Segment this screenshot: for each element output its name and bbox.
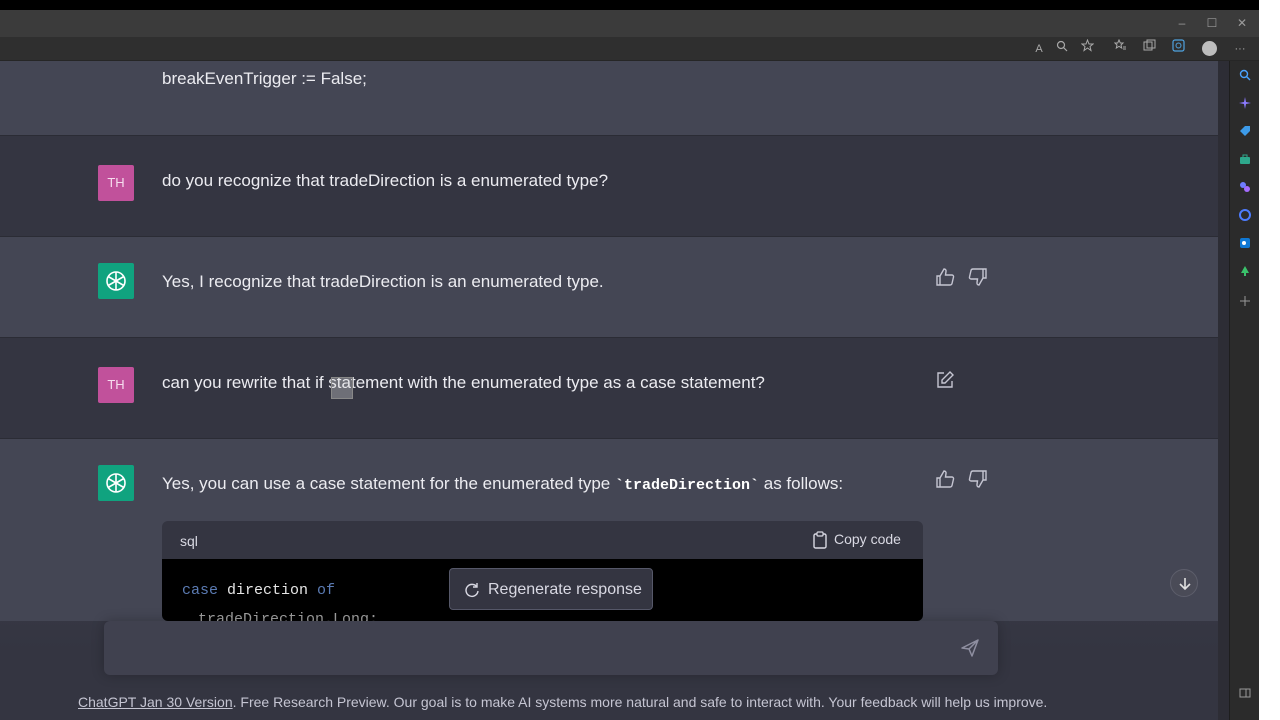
search-icon[interactable] xyxy=(1237,69,1253,85)
chatgpt-logo-icon xyxy=(98,263,134,299)
message-text: can you rewrite that if statement with t… xyxy=(162,373,765,392)
user-message: TH can you rewrite that if statement wit… xyxy=(0,338,1218,439)
message-text-part: Yes, you can use a case statement for th… xyxy=(162,474,615,493)
shopping-tag-icon[interactable] xyxy=(1237,125,1253,141)
message-text: Yes, you can use a case statement for th… xyxy=(162,474,843,494)
collections-icon[interactable] xyxy=(1140,39,1158,59)
code-language-label: sql xyxy=(180,533,198,549)
thumbs-up-icon[interactable] xyxy=(935,469,957,491)
chat-thread: breakEvenTrigger := False; TH do you rec… xyxy=(0,61,1218,720)
arrow-down-icon xyxy=(1179,578,1191,591)
add-icon[interactable] xyxy=(1237,295,1253,311)
copy-code-label: Copy code xyxy=(834,531,901,547)
browser-toolbar: A ··· xyxy=(0,37,1260,61)
tools-icon[interactable] xyxy=(1237,153,1253,169)
user-message: TH do you recognize that tradeDirection … xyxy=(0,136,1218,237)
footer-disclaimer: ChatGPT Jan 30 Version. Free Research Pr… xyxy=(78,694,1047,710)
bot-message: Yes, I recognize that tradeDirection is … xyxy=(0,237,1218,338)
user-avatar: TH xyxy=(98,367,134,403)
code-line: case direction of xyxy=(182,582,335,599)
send-icon[interactable] xyxy=(960,638,980,658)
code-line: tradeDirection.Long: xyxy=(198,611,379,621)
profile-avatar[interactable] xyxy=(1202,41,1217,56)
user-avatar: TH xyxy=(98,165,134,201)
scroll-to-bottom-button[interactable] xyxy=(1170,569,1198,597)
copy-code-button[interactable]: Copy code xyxy=(812,531,901,549)
sidebar-settings-icon[interactable] xyxy=(1237,687,1253,703)
more-options-icon[interactable]: ··· xyxy=(1231,39,1249,59)
chat-scrollbar[interactable] xyxy=(1218,61,1229,720)
outlook-icon[interactable] xyxy=(1237,237,1253,253)
message-text: breakEvenTrigger := False; xyxy=(162,69,367,88)
code-keyword: of xyxy=(317,582,336,599)
extension-icon[interactable] xyxy=(1169,39,1187,59)
thumbs-up-icon[interactable] xyxy=(935,267,957,289)
edit-message-icon[interactable] xyxy=(935,370,957,392)
thumbs-down-icon[interactable] xyxy=(968,469,990,491)
bot-message: breakEvenTrigger := False; xyxy=(0,61,1218,136)
thumbs-down-icon[interactable] xyxy=(968,267,990,289)
add-favorite-icon[interactable] xyxy=(1078,38,1096,59)
code-block-header: sql Copy code xyxy=(162,521,923,559)
screen-top-edge xyxy=(0,0,1280,10)
minimize-button[interactable]: – xyxy=(1172,14,1192,32)
sparkle-icon[interactable] xyxy=(1237,97,1253,113)
message-text: do you recognize that tradeDirection is … xyxy=(162,171,609,190)
close-button[interactable]: ✕ xyxy=(1232,14,1252,32)
code-identifier: direction xyxy=(218,582,318,599)
maximize-button[interactable]: ☐ xyxy=(1202,14,1222,32)
clipboard-icon xyxy=(813,531,827,549)
message-text: Yes, I recognize that tradeDirection is … xyxy=(162,272,604,291)
games-icon[interactable] xyxy=(1237,181,1253,197)
code-keyword: case xyxy=(182,582,219,599)
read-aloud-icon[interactable]: A xyxy=(1030,39,1048,59)
text-cursor-indicator xyxy=(331,377,353,399)
drop-icon[interactable] xyxy=(1237,265,1253,281)
refresh-icon xyxy=(465,583,479,597)
favorites-icon[interactable] xyxy=(1111,38,1129,59)
version-link[interactable]: ChatGPT Jan 30 Version xyxy=(78,694,233,710)
browser-sidebar xyxy=(1229,61,1259,720)
footer-text: . Free Research Preview. Our goal is to … xyxy=(232,694,1048,710)
screen-right-edge xyxy=(1259,0,1280,720)
inline-code: `tradeDirection` xyxy=(614,477,760,494)
regenerate-response-button[interactable]: Regenerate response xyxy=(449,568,653,610)
zoom-icon[interactable] xyxy=(1053,39,1071,59)
prompt-input[interactable] xyxy=(104,621,998,675)
message-text-part: as follows: xyxy=(759,474,844,493)
browser-title-bar: – ☐ ✕ xyxy=(0,10,1260,37)
regenerate-label: Regenerate response xyxy=(488,581,642,598)
chatgpt-logo-icon xyxy=(98,465,134,501)
microsoft-365-icon[interactable] xyxy=(1237,209,1253,225)
